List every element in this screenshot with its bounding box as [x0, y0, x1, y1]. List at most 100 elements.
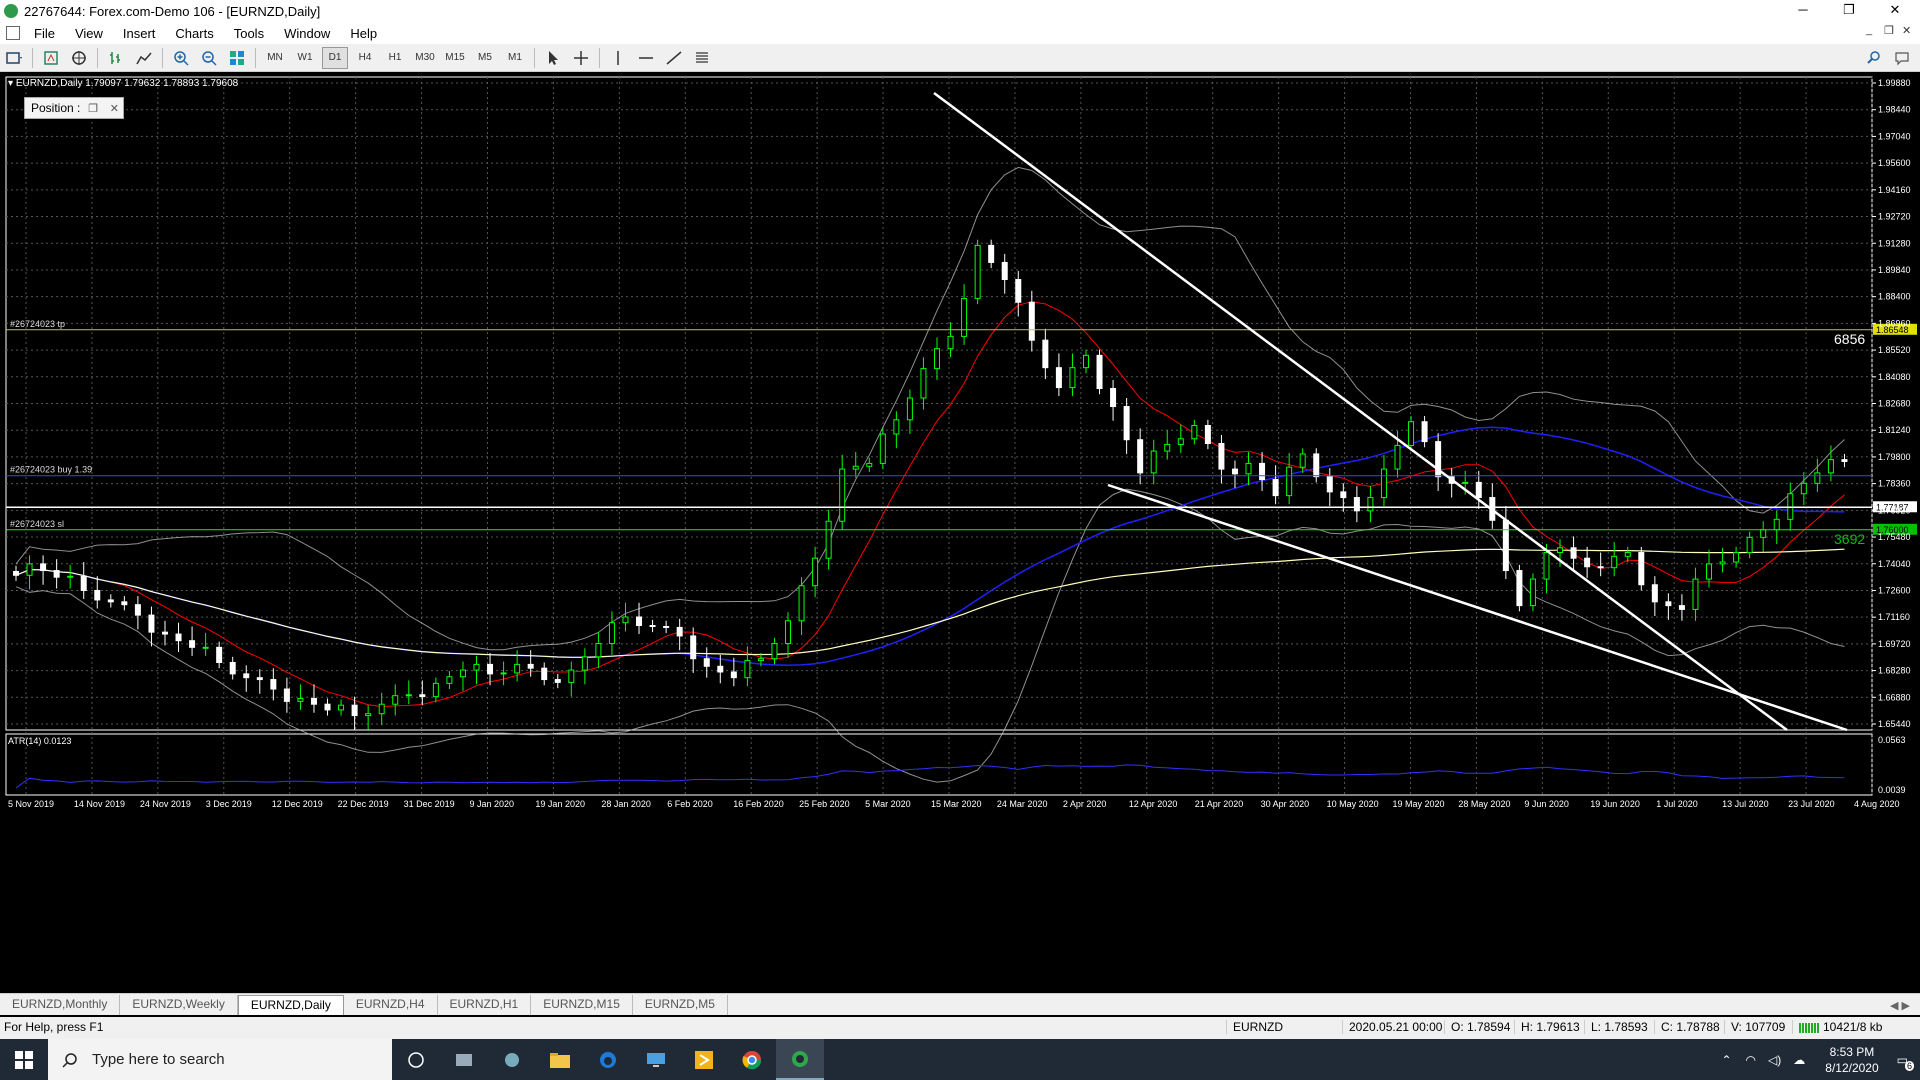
tab-m5[interactable]: EURNZD,M5	[633, 995, 728, 1015]
date-tick-label: 12 Apr 2020	[1129, 799, 1178, 809]
panel-close-icon[interactable]: ✕	[110, 102, 119, 115]
bullish-candle	[202, 646, 209, 649]
close-button[interactable]: ✕	[1872, 0, 1918, 22]
bearish-candle	[1340, 491, 1347, 499]
bullish-candle	[1177, 438, 1184, 445]
search-icon	[62, 1052, 77, 1068]
trendline-icon[interactable]	[662, 47, 686, 69]
period-m1[interactable]: M1	[502, 47, 528, 69]
bearish-candle	[1137, 439, 1144, 474]
price-tick-label: 1.86960	[1878, 318, 1911, 328]
connection-status: 10421/8 kb	[1792, 1020, 1882, 1034]
file-explorer-icon[interactable]	[536, 1039, 584, 1080]
taskbar-search-box[interactable]: Type here to search	[48, 1039, 392, 1080]
tab-h4[interactable]: EURNZD,H4	[344, 995, 438, 1015]
tray-expand-icon[interactable]: ⌃	[1721, 1053, 1731, 1067]
minimize-button[interactable]: ─	[1780, 0, 1826, 22]
horizontal-line-icon[interactable]	[634, 47, 658, 69]
menu-window[interactable]: Window	[274, 26, 340, 41]
tab-scroll-arrows[interactable]: ◀ ▶	[1880, 999, 1920, 1015]
period-w1[interactable]: W1	[292, 47, 318, 69]
chart-tabs: EURNZD,Monthly EURNZD,Weekly EURNZD,Dail…	[0, 993, 1920, 1015]
bearish-candle	[270, 679, 277, 690]
menu-view[interactable]: View	[65, 26, 113, 41]
price-chart[interactable]: #26724023 tp #26724023 buy 1.39 #26724023 …	[0, 73, 1920, 993]
bullish-candle	[866, 462, 873, 467]
child-minimize-icon[interactable]: _	[1866, 24, 1872, 36]
bullish-candle	[934, 348, 940, 370]
bearish-candle	[161, 631, 168, 635]
period-h4[interactable]: H4	[352, 47, 378, 69]
app-icon	[4, 4, 18, 18]
cortana-icon[interactable]	[392, 1039, 440, 1080]
period-m30[interactable]: M30	[412, 47, 438, 69]
tab-weekly[interactable]: EURNZD,Weekly	[120, 995, 238, 1015]
bearish-candle	[148, 614, 155, 633]
chart-window[interactable]: #26724023 tp #26724023 buy 1.39 #26724023 …	[0, 73, 1920, 993]
notifications-icon[interactable]: ▭ 6	[1897, 1053, 1914, 1071]
bullish-candle	[405, 694, 412, 697]
clock[interactable]: 8:53 PM 8/12/2020	[1825, 1044, 1878, 1076]
windows-start-button[interactable]	[0, 1039, 48, 1080]
menu-insert[interactable]: Insert	[113, 26, 166, 41]
cursor-icon[interactable]	[541, 47, 565, 69]
date-tick-label: 19 May 2020	[1393, 799, 1445, 809]
app-settings-icon[interactable]	[488, 1039, 536, 1080]
crosshair-icon[interactable]	[569, 47, 593, 69]
tile-windows-icon[interactable]	[225, 47, 249, 69]
zoom-in-icon[interactable]	[169, 47, 193, 69]
task-view-icon[interactable]	[440, 1039, 488, 1080]
profiles-icon[interactable]	[39, 47, 63, 69]
volume-icon[interactable]: ◁)	[1768, 1053, 1781, 1067]
bearish-candle	[1475, 481, 1482, 499]
menu-charts[interactable]: Charts	[165, 26, 223, 41]
forex-app-icon[interactable]	[776, 1039, 824, 1080]
tab-monthly[interactable]: EURNZD,Monthly	[0, 995, 121, 1015]
channel-icon[interactable]	[690, 47, 714, 69]
price-tick-label: 1.91280	[1878, 238, 1911, 248]
menu-file[interactable]: File	[24, 26, 65, 41]
chrome-icon[interactable]	[728, 1039, 776, 1080]
bearish-candle	[527, 663, 534, 669]
app-yellow-icon[interactable]	[680, 1039, 728, 1080]
menu-tools[interactable]: Tools	[224, 26, 274, 41]
panel-restore-icon[interactable]: ❐	[88, 102, 98, 115]
navigator-icon[interactable]	[67, 47, 91, 69]
period-h1[interactable]: H1	[382, 47, 408, 69]
taskbar: Type here to search ⌃ ◠ ◁) ☁ 8:53 PM 8/1…	[0, 1039, 1920, 1080]
candlesticks	[13, 239, 1848, 730]
wifi-icon[interactable]: ◠	[1746, 1053, 1756, 1067]
child-close-icon[interactable]: ✕	[1902, 24, 1911, 37]
vertical-line-icon[interactable]	[606, 47, 630, 69]
bullish-candle	[1692, 578, 1699, 610]
bar-chart-icon[interactable]	[104, 47, 128, 69]
tab-m15[interactable]: EURNZD,M15	[531, 995, 633, 1015]
price-tick-label: 1.71160	[1878, 612, 1910, 622]
line-chart-icon[interactable]	[132, 47, 156, 69]
edge-browser-icon[interactable]	[584, 1039, 632, 1080]
period-mn[interactable]: MN	[262, 47, 288, 69]
new-chart-button[interactable]	[2, 47, 26, 69]
bearish-candle	[1313, 453, 1320, 478]
separator	[97, 47, 98, 68]
tab-h1[interactable]: EURNZD,H1	[438, 995, 532, 1015]
period-m15[interactable]: M15	[442, 47, 468, 69]
remote-desktop-icon[interactable]	[632, 1039, 680, 1080]
tab-daily[interactable]: EURNZD,Daily	[237, 995, 344, 1015]
bearish-candle	[1665, 601, 1672, 607]
child-restore-icon[interactable]: ❐	[1884, 24, 1894, 37]
zoom-out-icon[interactable]	[197, 47, 221, 69]
bearish-candle	[229, 662, 236, 675]
bullish-candle	[757, 658, 764, 662]
bearish-candle	[1231, 468, 1238, 475]
menu-help[interactable]: Help	[340, 26, 387, 41]
period-d1[interactable]: D1	[322, 46, 348, 69]
period-m5[interactable]: M5	[472, 47, 498, 69]
bullish-candle	[432, 682, 439, 698]
bearish-candle	[717, 665, 724, 673]
search-icon[interactable]	[1862, 47, 1886, 69]
chat-icon[interactable]	[1890, 47, 1914, 69]
onedrive-icon[interactable]: ☁	[1793, 1053, 1805, 1067]
position-panel[interactable]: Position : ❐ ✕	[24, 97, 124, 119]
restore-button[interactable]: ❐	[1826, 0, 1872, 22]
